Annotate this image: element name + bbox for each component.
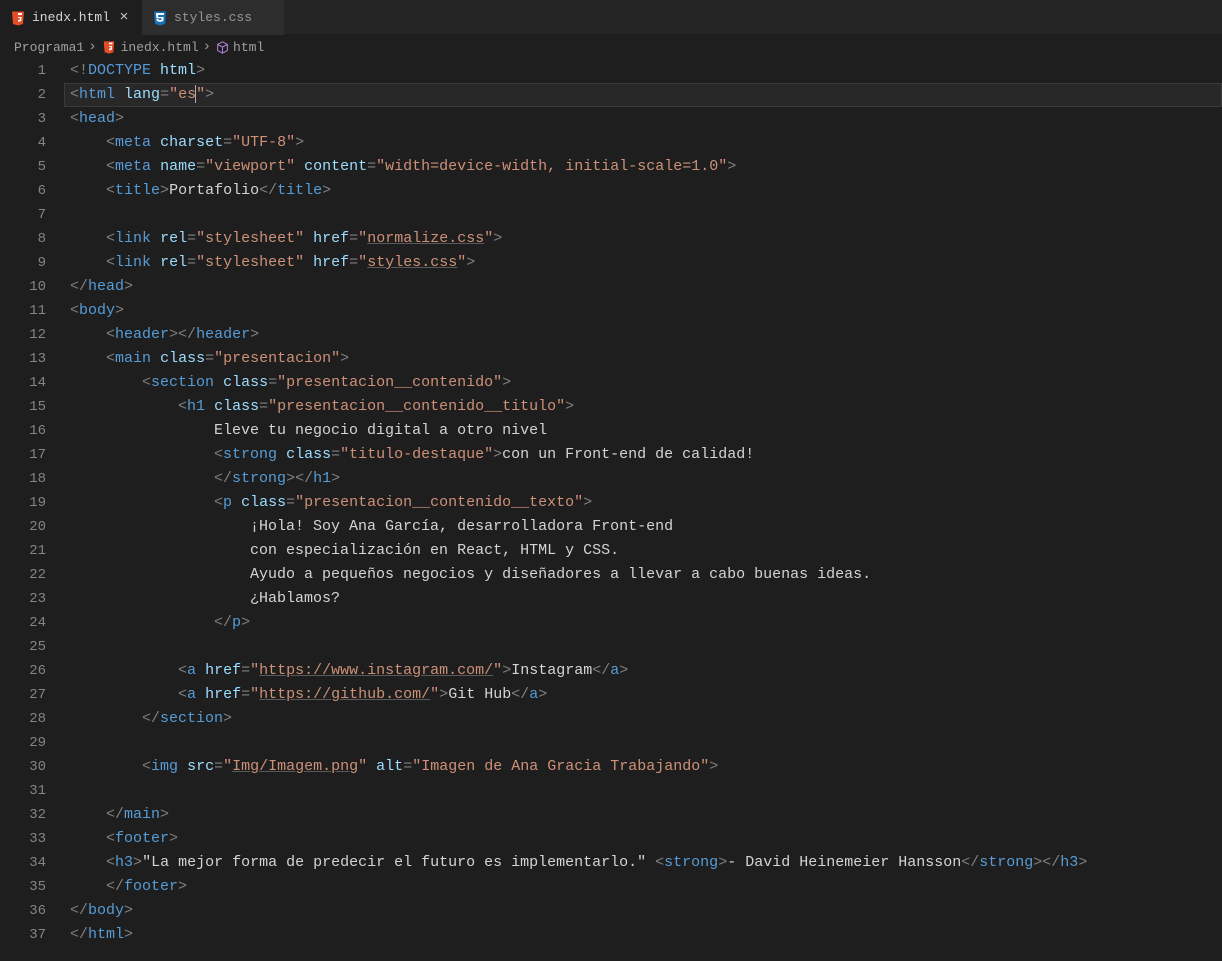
- line-number: 7: [0, 203, 46, 227]
- line-number: 30: [0, 755, 46, 779]
- code-line[interactable]: <link rel="stylesheet" href="styles.css"…: [64, 251, 1222, 275]
- code-line[interactable]: Eleve tu negocio digital a otro nivel: [64, 419, 1222, 443]
- line-number: 12: [0, 323, 46, 347]
- line-number: 13: [0, 347, 46, 371]
- line-number: 24: [0, 611, 46, 635]
- breadcrumb-item[interactable]: Programa1: [14, 40, 84, 55]
- tab-label: inedx.html: [32, 10, 110, 25]
- line-number: 29: [0, 731, 46, 755]
- line-number: 33: [0, 827, 46, 851]
- line-number: 37: [0, 923, 46, 947]
- code-line[interactable]: <main class="presentacion">: [64, 347, 1222, 371]
- code-line[interactable]: <section class="presentacion__contenido"…: [64, 371, 1222, 395]
- line-number: 4: [0, 131, 46, 155]
- code-line[interactable]: <strong class="titulo-destaque">con un F…: [64, 443, 1222, 467]
- line-number: 11: [0, 299, 46, 323]
- line-number: 21: [0, 539, 46, 563]
- line-number: 23: [0, 587, 46, 611]
- code-line[interactable]: Ayudo a pequeños negocios y diseñadores …: [64, 563, 1222, 587]
- line-number: 32: [0, 803, 46, 827]
- line-number: 31: [0, 779, 46, 803]
- line-number: 15: [0, 395, 46, 419]
- tab-label: styles.css: [174, 10, 252, 25]
- line-number: 16: [0, 419, 46, 443]
- line-number: 19: [0, 491, 46, 515]
- tab-bar: inedx.html × styles.css×: [0, 0, 1222, 35]
- line-number: 25: [0, 635, 46, 659]
- code-line[interactable]: <title>Portafolio</title>: [64, 179, 1222, 203]
- line-number: 6: [0, 179, 46, 203]
- chevron-right-icon: ›: [203, 39, 211, 55]
- code-line[interactable]: </html>: [64, 923, 1222, 947]
- code-line[interactable]: <h1 class="presentacion__contenido__titu…: [64, 395, 1222, 419]
- code-line[interactable]: con especialización en React, HTML y CSS…: [64, 539, 1222, 563]
- html5-icon: [101, 39, 117, 55]
- line-number: 26: [0, 659, 46, 683]
- line-number: 27: [0, 683, 46, 707]
- code-line[interactable]: <h3>"La mejor forma de predecir el futur…: [64, 851, 1222, 875]
- breadcrumb-item[interactable]: html: [233, 40, 264, 55]
- line-number: 35: [0, 875, 46, 899]
- line-number: 1: [0, 59, 46, 83]
- line-number: 8: [0, 227, 46, 251]
- line-number: 36: [0, 899, 46, 923]
- code-line[interactable]: </head>: [64, 275, 1222, 299]
- code-line[interactable]: <a href="https://github.com/">Git Hub</a…: [64, 683, 1222, 707]
- symbol-icon: [215, 40, 229, 54]
- line-number: 20: [0, 515, 46, 539]
- chevron-right-icon: ›: [88, 39, 96, 55]
- line-number: 28: [0, 707, 46, 731]
- html5-icon: [10, 10, 26, 26]
- tab-inedx-html[interactable]: inedx.html ×: [0, 0, 142, 35]
- line-number: 18: [0, 467, 46, 491]
- code-line[interactable]: </footer>: [64, 875, 1222, 899]
- code-area[interactable]: <!DOCTYPE html><html lang="es"><head> <m…: [64, 59, 1222, 961]
- line-number-gutter: 1234567891011121314151617181920212223242…: [0, 59, 64, 961]
- breadcrumb: Programa1 › inedx.html › html: [0, 35, 1222, 59]
- code-line[interactable]: [64, 779, 1222, 803]
- close-icon[interactable]: ×: [116, 10, 132, 26]
- tab-styles-css[interactable]: styles.css×: [142, 0, 284, 35]
- code-line[interactable]: <body>: [64, 299, 1222, 323]
- code-line[interactable]: <img src="Img/Imagem.png" alt="Imagen de…: [64, 755, 1222, 779]
- code-line[interactable]: ¿Hablamos?: [64, 587, 1222, 611]
- code-line[interactable]: [64, 635, 1222, 659]
- code-line[interactable]: </strong></h1>: [64, 467, 1222, 491]
- line-number: 2: [0, 83, 46, 107]
- line-number: 9: [0, 251, 46, 275]
- code-line[interactable]: <meta name="viewport" content="width=dev…: [64, 155, 1222, 179]
- code-line[interactable]: <footer>: [64, 827, 1222, 851]
- css3-icon: [152, 10, 168, 26]
- editor[interactable]: 1234567891011121314151617181920212223242…: [0, 59, 1222, 961]
- code-line[interactable]: </body>: [64, 899, 1222, 923]
- line-number: 10: [0, 275, 46, 299]
- code-line[interactable]: </section>: [64, 707, 1222, 731]
- code-line[interactable]: [64, 203, 1222, 227]
- code-line[interactable]: <a href="https://www.instagram.com/">Ins…: [64, 659, 1222, 683]
- code-line[interactable]: <head>: [64, 107, 1222, 131]
- line-number: 5: [0, 155, 46, 179]
- code-line[interactable]: <p class="presentacion__contenido__texto…: [64, 491, 1222, 515]
- code-line[interactable]: </main>: [64, 803, 1222, 827]
- line-number: 3: [0, 107, 46, 131]
- code-line[interactable]: <meta charset="UTF-8">: [64, 131, 1222, 155]
- line-number: 34: [0, 851, 46, 875]
- code-line[interactable]: <header></header>: [64, 323, 1222, 347]
- code-line[interactable]: <html lang="es">: [64, 83, 1222, 107]
- code-line[interactable]: <!DOCTYPE html>: [64, 59, 1222, 83]
- code-line[interactable]: <link rel="stylesheet" href="normalize.c…: [64, 227, 1222, 251]
- code-line[interactable]: </p>: [64, 611, 1222, 635]
- code-line[interactable]: ¡Hola! Soy Ana García, desarrolladora Fr…: [64, 515, 1222, 539]
- line-number: 22: [0, 563, 46, 587]
- breadcrumb-item[interactable]: inedx.html: [121, 40, 199, 55]
- line-number: 17: [0, 443, 46, 467]
- code-line[interactable]: [64, 731, 1222, 755]
- line-number: 14: [0, 371, 46, 395]
